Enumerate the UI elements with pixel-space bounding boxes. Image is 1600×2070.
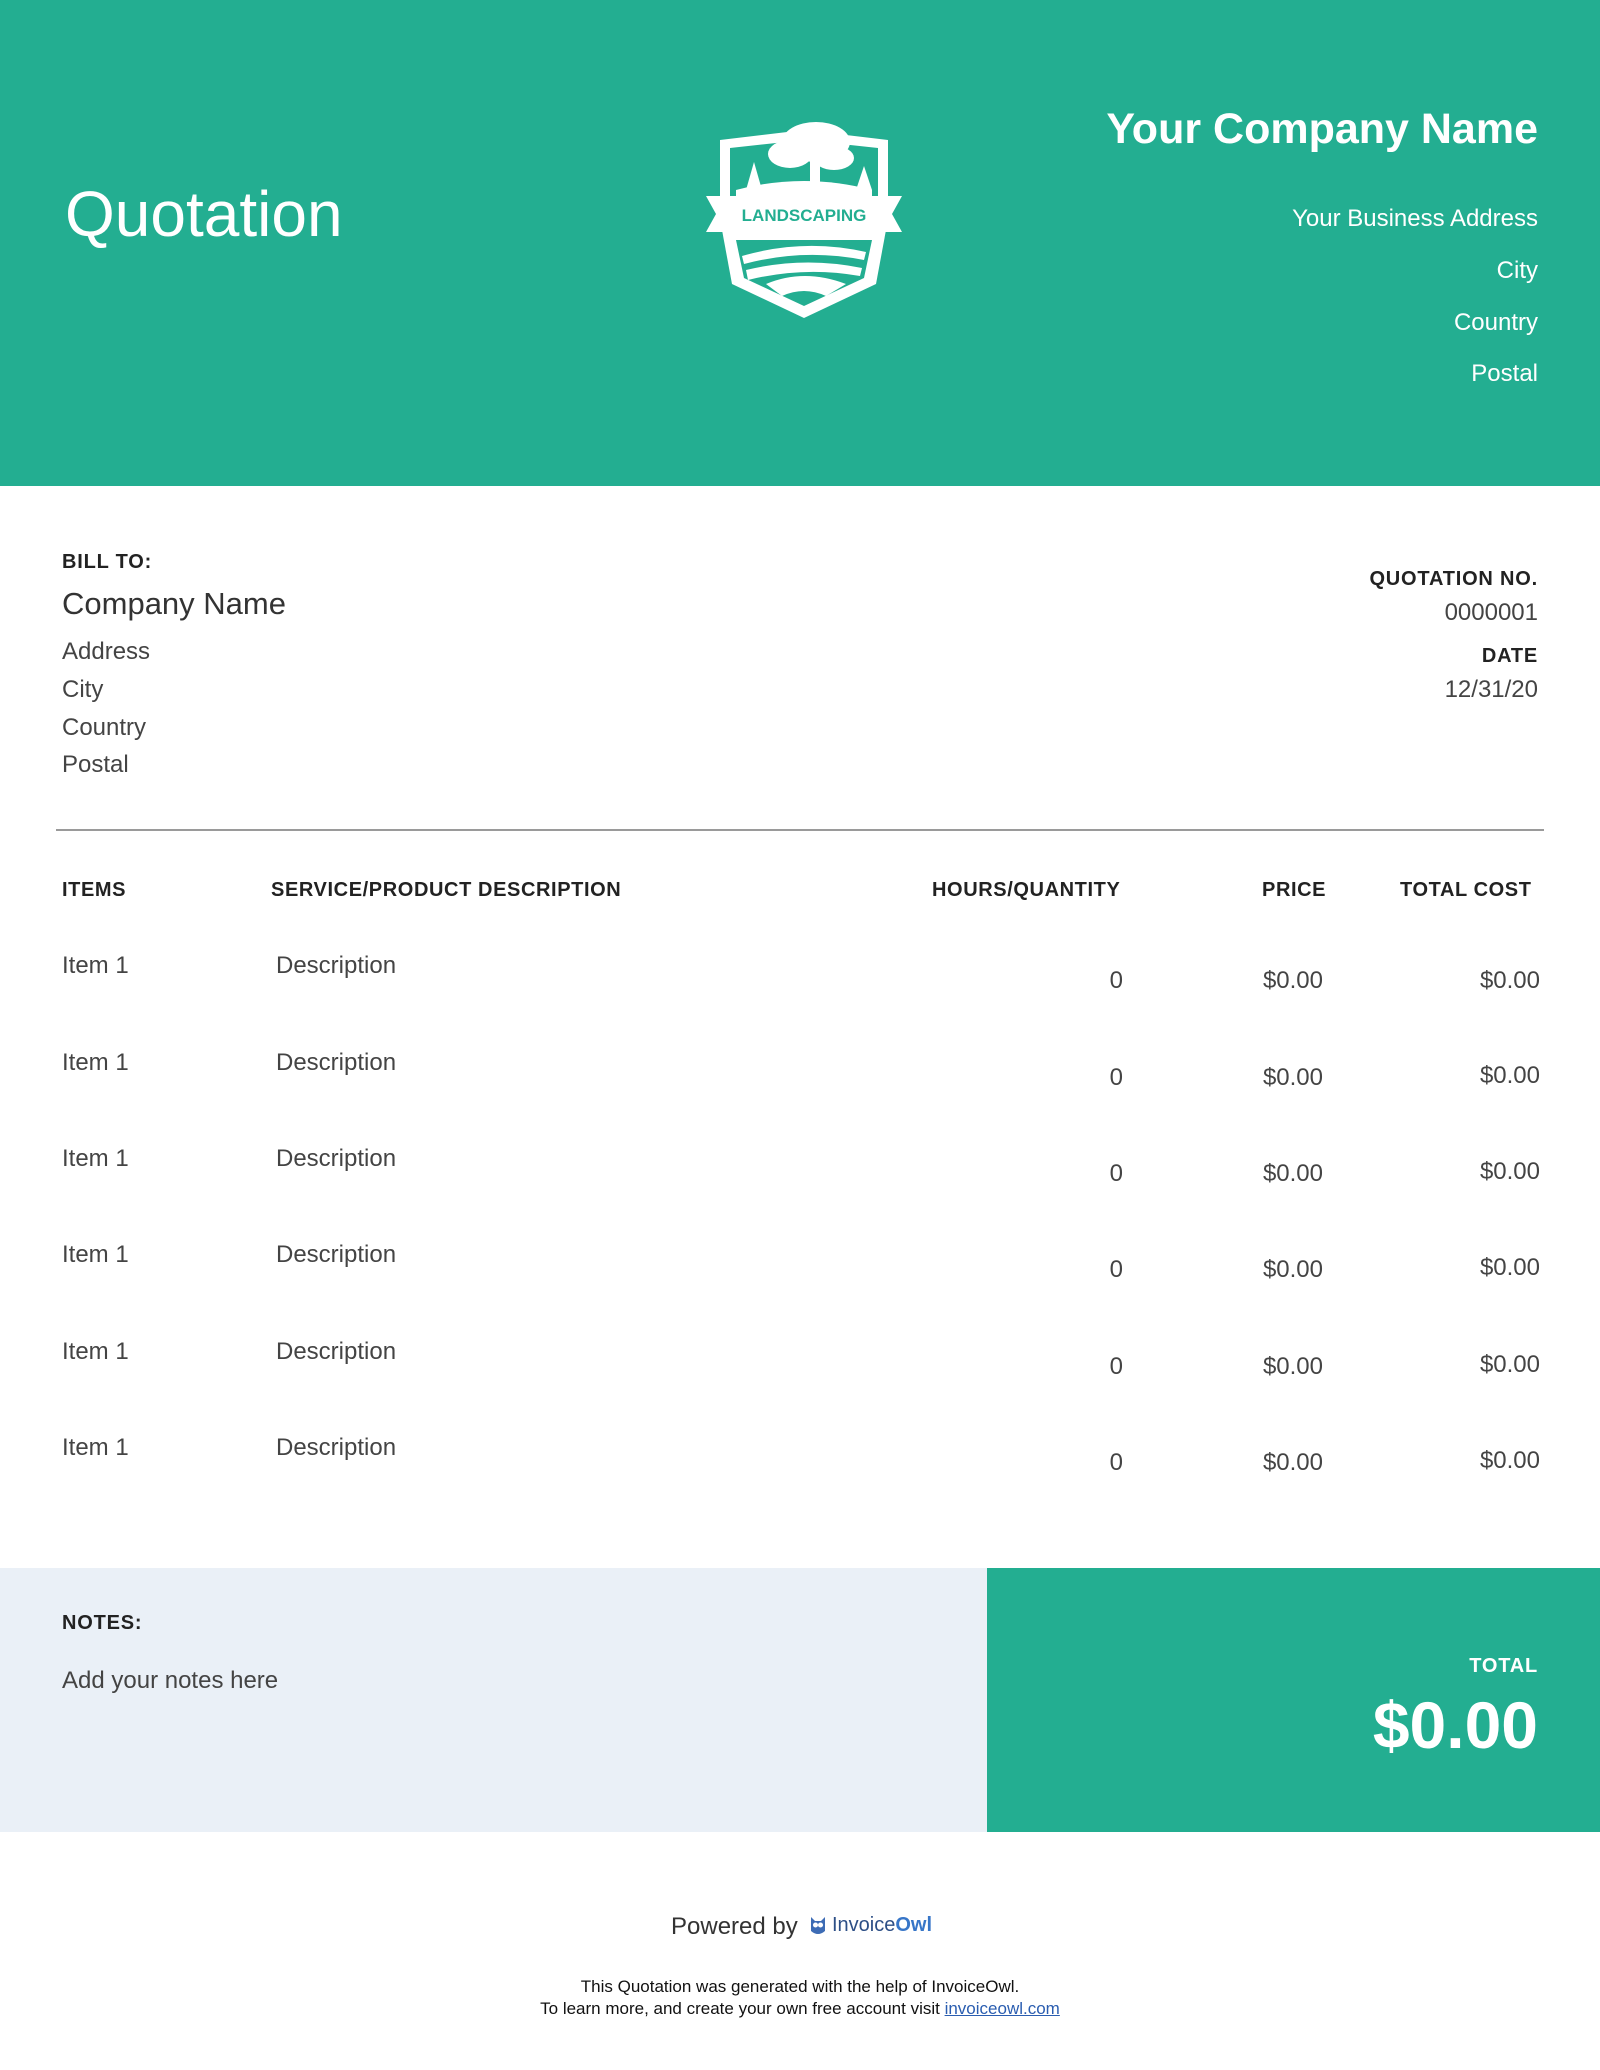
row-total: $0.00: [1479, 1254, 1540, 1281]
logo-text: LANDSCAPING: [742, 206, 867, 225]
document-title: Quotation: [65, 178, 343, 250]
row-quantity: 0: [1109, 1353, 1123, 1380]
column-header-price: PRICE: [1262, 879, 1327, 901]
row-total: $0.00: [1479, 1158, 1540, 1185]
column-header-description: SERVICE/PRODUCT DESCRIPTION: [271, 879, 622, 901]
brand-name: InvoiceOwl: [832, 1914, 933, 1936]
company-address: Your Business Address: [1292, 205, 1538, 232]
company-postal: Postal: [1471, 360, 1538, 387]
row-description: Description: [276, 1049, 397, 1076]
row-item: Item 1: [62, 1338, 129, 1365]
total-amount: $0.00: [1372, 1688, 1538, 1762]
company-city: City: [1496, 257, 1538, 284]
company-name: Your Company Name: [1106, 105, 1538, 153]
date-label: DATE: [1481, 645, 1538, 667]
quotation-number: 0000001: [1444, 599, 1538, 626]
row-quantity: 0: [1109, 967, 1123, 994]
row-item: Item 1: [62, 952, 129, 979]
row-total: $0.00: [1479, 1062, 1540, 1089]
footer-line-2: To learn more, and create your own free …: [0, 2000, 1600, 2017]
row-description: Description: [276, 1434, 397, 1461]
bill-to-postal: Postal: [62, 751, 129, 778]
notes-label: NOTES:: [62, 1612, 143, 1634]
row-total: $0.00: [1479, 1447, 1540, 1474]
column-header-total: TOTAL COST: [1400, 879, 1532, 901]
bill-to-city: City: [62, 676, 104, 703]
notes-text[interactable]: Add your notes here: [62, 1669, 278, 1693]
row-quantity: 0: [1109, 1064, 1123, 1091]
quotation-number-label: QUOTATION NO.: [1369, 568, 1538, 590]
row-description: Description: [276, 1241, 397, 1268]
row-price: $0.00: [1262, 1160, 1323, 1187]
invoiceowl-brand[interactable]: InvoiceOwl: [808, 1911, 932, 1939]
row-total: $0.00: [1479, 1351, 1540, 1378]
row-price: $0.00: [1262, 1256, 1323, 1283]
row-quantity: 0: [1109, 1449, 1123, 1476]
footer-line-2-prefix: To learn more, and create your own free …: [540, 1999, 945, 2018]
landscaping-logo-icon: LANDSCAPING: [706, 122, 902, 318]
bill-to-address: Address: [62, 638, 151, 665]
row-item: Item 1: [62, 1241, 129, 1268]
bill-to-country: Country: [62, 714, 147, 741]
quotation-date: 12/31/20: [1444, 676, 1538, 703]
row-quantity: 0: [1109, 1256, 1123, 1283]
row-item: Item 1: [62, 1049, 129, 1076]
row-item: Item 1: [62, 1145, 129, 1172]
row-price: $0.00: [1262, 1064, 1323, 1091]
row-price: $0.00: [1262, 1353, 1323, 1380]
company-country: Country: [1453, 309, 1538, 336]
column-header-quantity: HOURS/QUANTITY: [932, 879, 1121, 901]
footer-line-1: This Quotation was generated with the he…: [580, 1977, 1020, 1996]
column-header-items: ITEMS: [62, 879, 127, 901]
row-price: $0.00: [1262, 967, 1323, 994]
row-price: $0.00: [1262, 1449, 1323, 1476]
row-description: Description: [276, 1338, 397, 1365]
row-description: Description: [276, 1145, 397, 1172]
row-item: Item 1: [62, 1434, 129, 1461]
row-total: $0.00: [1479, 967, 1540, 994]
row-quantity: 0: [1109, 1160, 1123, 1187]
section-divider: [56, 829, 1544, 831]
row-description: Description: [276, 952, 397, 979]
bill-to-label: BILL TO:: [62, 551, 153, 573]
powered-by-text: Powered by: [671, 1913, 798, 1940]
invoiceowl-link[interactable]: invoiceowl.com: [945, 1999, 1060, 2018]
total-label: TOTAL: [1469, 1655, 1538, 1677]
notes-panel: [0, 1568, 987, 1832]
bill-to-company: Company Name: [62, 586, 286, 621]
owl-icon: [811, 1917, 825, 1934]
